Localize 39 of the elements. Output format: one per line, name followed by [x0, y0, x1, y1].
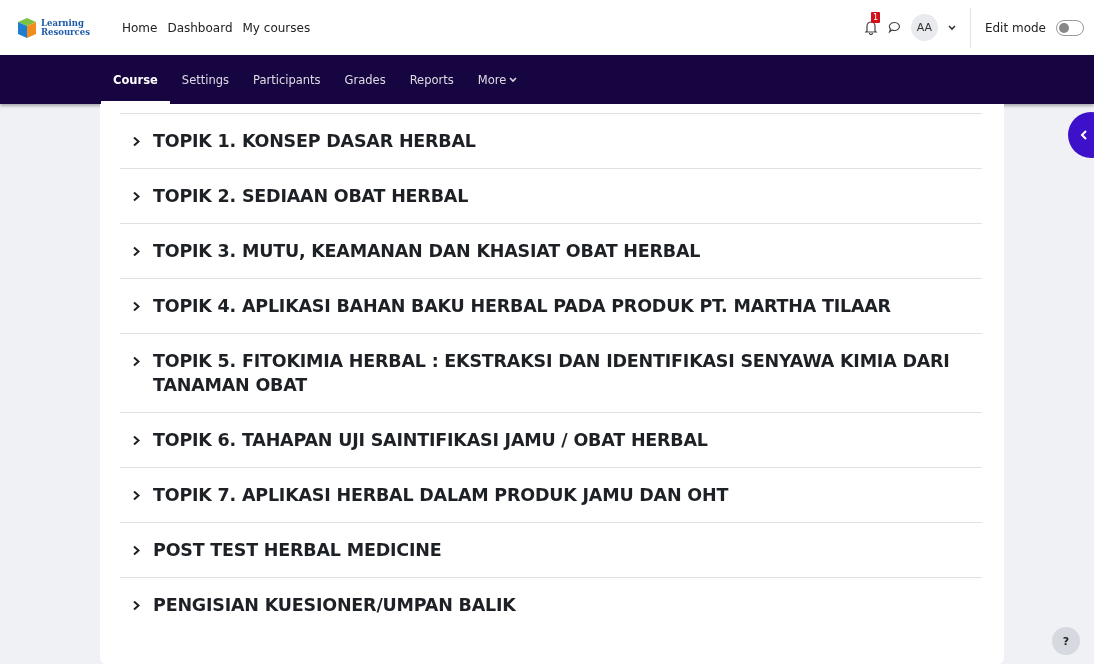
- logo-text: Learning: [41, 18, 84, 28]
- section-title[interactable]: TOPIK 4. APLIKASI BAHAN BAKU HERBAL PADA PRODUK PT. MARTHA TILAAR: [153, 294, 891, 318]
- nav-tab[interactable]: Grades: [332, 55, 398, 104]
- bell-icon[interactable]: [863, 20, 878, 35]
- nav-link[interactable]: Dashboard: [167, 20, 233, 35]
- edit-mode-label: Edit mode: [984, 20, 1046, 35]
- help-button[interactable]: ?: [1052, 627, 1080, 655]
- section-title[interactable]: TOPIK 7. APLIKASI HERBAL DALAM PRODUK JAMU DAN OHT: [153, 483, 729, 507]
- section-title[interactable]: TOPIK 6. TAHAPAN UJI SAINTIFIKASI JAMU / OBAT HERBAL: [153, 428, 708, 452]
- chat-bubble-icon[interactable]: [887, 21, 901, 34]
- nav-link[interactable]: My courses: [242, 20, 311, 35]
- chevron-icon[interactable]: [132, 356, 141, 367]
- logo-text: Resources: [41, 27, 90, 37]
- chevron-icon[interactable]: [132, 191, 141, 202]
- edit-mode-switch[interactable]: [1056, 19, 1084, 36]
- section-title[interactable]: POST TEST HERBAL MEDICINE: [153, 538, 442, 562]
- user-avatar[interactable]: AA: [910, 14, 938, 41]
- chevron-icon[interactable]: [132, 136, 141, 147]
- chevron-left-icon: [1080, 130, 1088, 140]
- chevron-icon[interactable]: [132, 435, 141, 446]
- chevron-icon[interactable]: [132, 545, 141, 556]
- logo-icon: [16, 16, 38, 39]
- chevron-icon[interactable]: [132, 490, 141, 501]
- section-title[interactable]: TOPIK 1. KONSEP DASAR HERBAL: [153, 129, 476, 153]
- chevron-icon[interactable]: [132, 301, 141, 312]
- section-title[interactable]: TOPIK 2. SEDIAAN OBAT HERBAL: [153, 184, 469, 208]
- chevron-icon[interactable]: [132, 600, 141, 611]
- nav-tab[interactable]: Settings: [169, 55, 241, 104]
- section-title[interactable]: TOPIK 3. MUTU, KEAMANAN DAN KHASIAT OBAT HERBAL: [153, 239, 701, 263]
- nav-link[interactable]: Home: [121, 20, 158, 35]
- notification-badge: 1: [870, 12, 880, 23]
- nav-tab[interactable]: Participants: [241, 55, 333, 104]
- nav-tab[interactable]: Reports: [397, 55, 466, 104]
- chevron-icon[interactable]: [132, 246, 141, 257]
- nav-tab[interactable]: More: [465, 55, 530, 104]
- section-title[interactable]: PENGISIAN KUESIONER/UMPAN BALIK: [153, 593, 516, 617]
- section-title[interactable]: TOPIK 5. FITOKIMIA HERBAL : EKSTRAKSI DAN IDENTIFIKASI SENYAWA KIMIA DARI TANAMAN OBAT: [153, 349, 982, 397]
- caret-icon[interactable]: [947, 24, 956, 31]
- caret-icon: [509, 76, 518, 83]
